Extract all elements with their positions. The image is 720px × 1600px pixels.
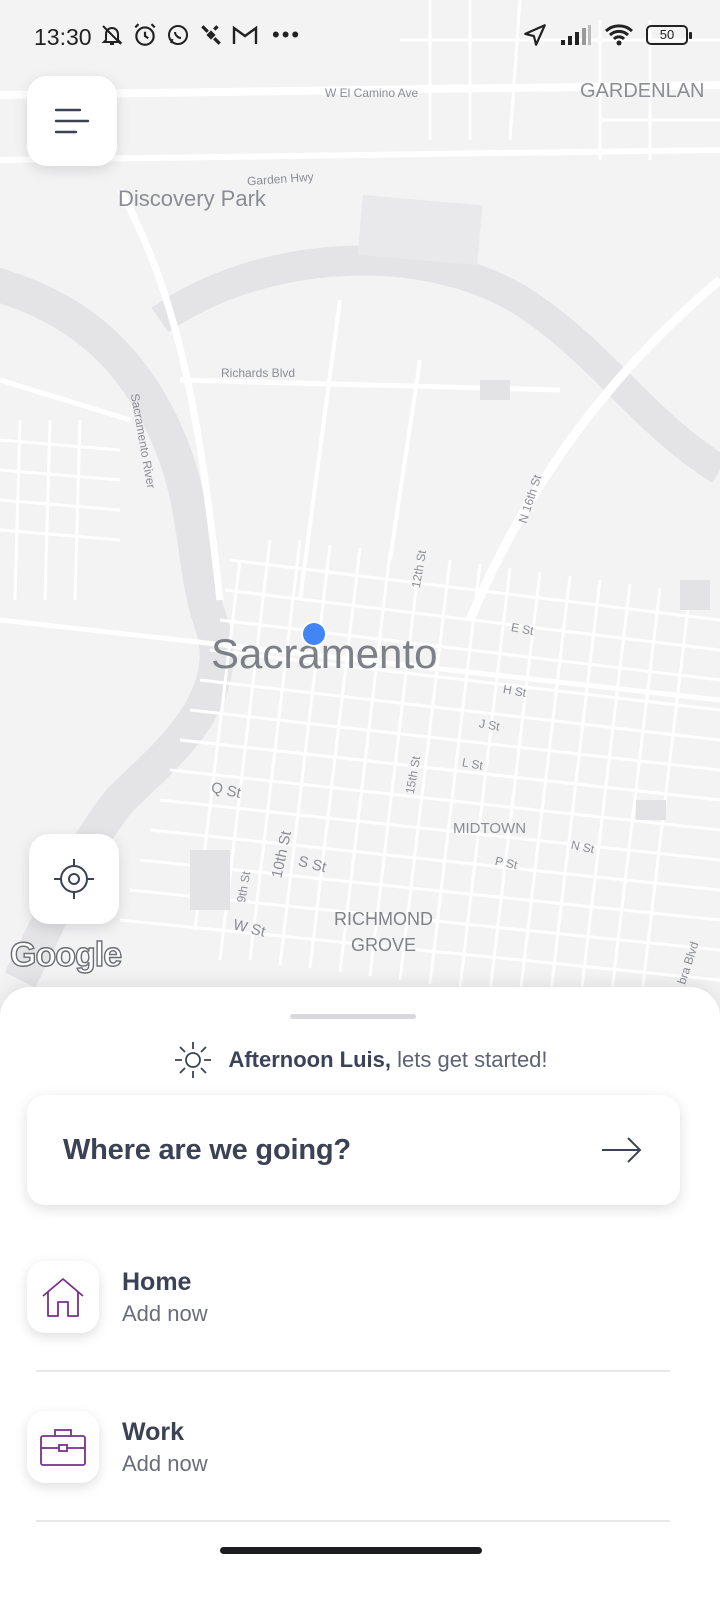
destination-search-label: Where are we going? [63, 1133, 351, 1166]
sun-icon [175, 1042, 212, 1078]
destination-search-box[interactable]: Where are we going? [27, 1095, 680, 1205]
map-label-w-el-camino: W El Camino Ave [325, 86, 419, 100]
greeting-name: Afternoon Luis, [228, 1047, 391, 1072]
map-label-gardenland: GARDENLAN [580, 80, 705, 102]
status-time: 13:30 [34, 24, 92, 50]
map-label-midtown: MIDTOWN [453, 820, 527, 837]
greeting-message: lets get started! [391, 1047, 548, 1072]
work-title: Work [122, 1417, 185, 1446]
status-notification-icons: ••• [100, 22, 301, 48]
menu-button[interactable] [27, 76, 117, 166]
bell-off-icon [101, 25, 123, 45]
signal-icon [561, 25, 591, 45]
crosshair-icon [54, 859, 94, 899]
home-text: Home Add now [122, 1268, 208, 1327]
status-bar: 13:30 ••• 50 [0, 0, 720, 76]
work-icon-tile [27, 1411, 99, 1483]
current-location-dot [303, 623, 325, 645]
arrow-right-icon [602, 1137, 642, 1163]
saved-place-work[interactable]: Work Add now [27, 1392, 680, 1502]
recenter-location-button[interactable] [29, 834, 119, 924]
home-subtitle: Add now [122, 1300, 208, 1326]
saved-place-home[interactable]: Home Add now [27, 1242, 680, 1352]
bottom-sheet[interactable]: Afternoon Luis, lets get started! Where … [0, 987, 720, 1600]
greeting-text: Afternoon Luis, lets get started! [228, 1047, 547, 1073]
more-dots-icon: ••• [272, 22, 302, 47]
alarm-icon [134, 23, 156, 46]
map-label-discovery-park: Discovery Park [118, 186, 266, 211]
google-attribution-logo: Google [9, 935, 123, 974]
location-arrow-icon [524, 24, 546, 46]
divider [36, 1520, 670, 1522]
home-icon [42, 1278, 84, 1317]
greeting: Afternoon Luis, lets get started! [0, 1039, 720, 1081]
whatsapp-icon [168, 25, 188, 45]
map-label-grove: GROVE [350, 935, 416, 955]
hamburger-menu-icon [54, 108, 90, 134]
divider [36, 1370, 670, 1372]
map-label-richards-blvd: Richards Blvd [221, 366, 296, 380]
gmail-icon [232, 25, 258, 44]
map-label-richmond: RICHMOND [334, 909, 433, 929]
briefcase-icon [40, 1429, 86, 1466]
sheet-drag-handle[interactable] [290, 1014, 416, 1019]
battery-icon: 50 [646, 25, 692, 45]
map-label-richmond-grove: RICHMOND GROVE [334, 906, 433, 958]
wifi-icon [604, 24, 634, 46]
home-indicator-bar[interactable] [220, 1547, 482, 1554]
status-system-icons: 50 [522, 22, 692, 48]
work-subtitle: Add now [122, 1450, 208, 1476]
home-title: Home [122, 1267, 192, 1296]
satellite-icon [201, 25, 221, 45]
work-text: Work Add now [122, 1418, 208, 1477]
home-icon-tile [27, 1261, 99, 1333]
